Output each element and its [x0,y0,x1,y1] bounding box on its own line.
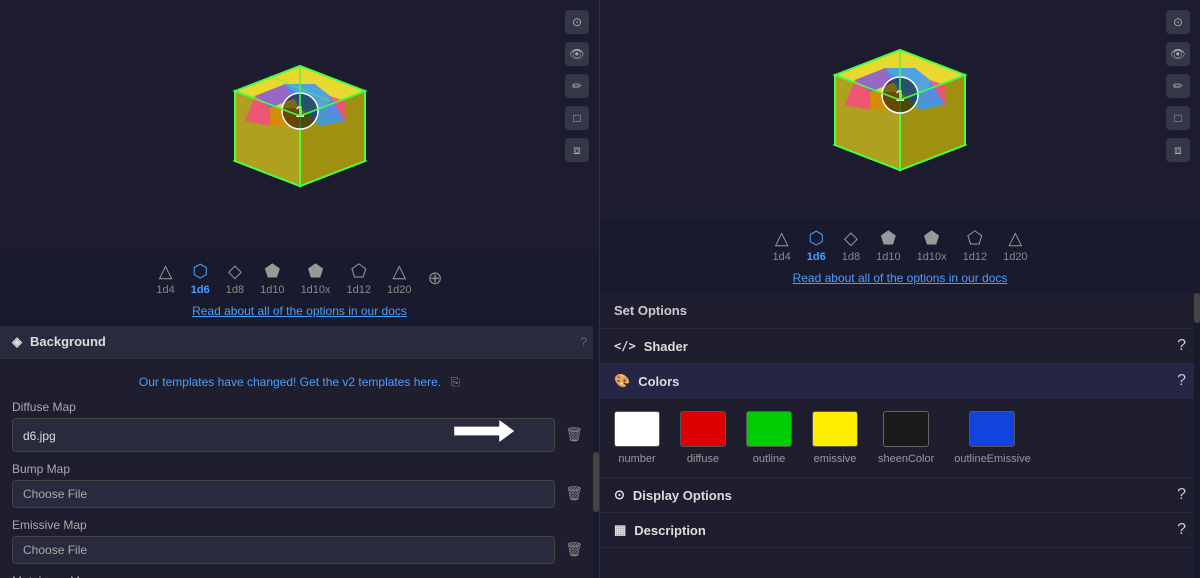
dice-item-d10x-left[interactable]: ⬟ 1d10x [301,261,331,296]
dice-item-d4-right[interactable]: △ 1d4 [772,228,790,263]
color-swatch-outline-box[interactable] [746,411,792,447]
color-swatch-outlineemissive-box[interactable] [969,411,1015,447]
dice-item-d12-right[interactable]: ⬠ 1d12 [963,228,987,263]
scroll-bar-right[interactable] [1194,293,1200,578]
set-options-header: Set Options [600,293,1200,329]
docs-link-right[interactable]: Read about all of the options in our doc… [600,267,1200,293]
tool-icons-left: ⊙ 👁 ✏ □ ⧈ [565,10,589,162]
dice-nav-add-left[interactable]: ⊕ [428,268,443,289]
tool-icon-pen-right[interactable]: ✏ [1166,74,1190,98]
emissive-map-field: Emissive Map Choose File 🗑 [12,518,587,564]
color-swatch-sheencolor[interactable]: sheenColor [878,411,934,465]
template-notice-copy-icon[interactable]: ⎘ [450,375,460,389]
shader-icon: </> [614,339,636,353]
right-panel: 1 ⊙ 👁 ✏ □ ⧈ △ 1d4 ⬡ 1d6 [600,0,1200,578]
color-swatch-diffuse-box[interactable] [680,411,726,447]
template-notice[interactable]: Our templates have changed! Get the v2 t… [12,369,587,400]
color-swatches-row: number diffuse outline emissive [614,411,1186,465]
shader-section-header[interactable]: </> Shader ? [600,329,1200,364]
viewport-left[interactable]: 1 ⊙ 👁 ✏ □ ⧈ [0,0,599,253]
background-help-icon[interactable]: ? [580,335,587,349]
right-settings-panel[interactable]: Set Options </> Shader ? 🎨 Colors ? [600,293,1200,578]
color-swatch-diffuse[interactable]: diffuse [680,411,726,465]
display-options-section-header[interactable]: ⊙ Display Options ? [600,478,1200,513]
color-swatch-outlineemissive[interactable]: outlineEmissive [954,411,1030,465]
diffuse-map-input[interactable]: d6.jpg [12,418,555,452]
dice-item-d8-left[interactable]: ◇ 1d8 [226,261,244,296]
tool-icon-cube-right[interactable]: ⧈ [1166,138,1190,162]
colors-help-icon[interactable]: ? [1177,372,1186,390]
shader-help-icon[interactable]: ? [1177,337,1186,355]
scroll-thumb-right[interactable] [1194,293,1200,323]
display-options-icon: ⊙ [614,487,625,503]
color-swatch-number-box[interactable] [614,411,660,447]
dice-item-d6-left[interactable]: ⬡ 1d6 [191,261,210,296]
color-swatch-number[interactable]: number [614,411,660,465]
tool-icon-settings-right[interactable]: ⊙ [1166,10,1190,34]
dice-item-d20-right[interactable]: △ 1d20 [1003,228,1027,263]
dice-nav-right: △ 1d4 ⬡ 1d6 ◇ 1d8 ⬟ 1d10 ⬟ 1d10x ⬠ 1d12 [600,220,1200,267]
arrow-indicator-icon [454,420,514,442]
description-section-header[interactable]: ▦ Description ? [600,513,1200,548]
background-section-header[interactable]: ◈ Background ? [0,326,599,359]
emissive-map-input[interactable]: Choose File [12,536,555,564]
tool-icons-right: ⊙ 👁 ✏ □ ⧈ [1166,10,1190,162]
tool-icon-frame-right[interactable]: □ [1166,106,1190,130]
tool-icon-eye-right[interactable]: 👁 [1166,42,1190,66]
diffuse-map-field: Diffuse Map d6.jpg 🗑 [12,400,587,452]
display-options-help-icon[interactable]: ? [1177,486,1186,504]
dice-item-d12-left[interactable]: ⬠ 1d12 [347,261,371,296]
bump-map-input[interactable]: Choose File [12,480,555,508]
dice-item-d20-left[interactable]: △ 1d20 [387,261,411,296]
scroll-bar-left[interactable] [593,326,599,578]
scroll-thumb-left[interactable] [593,452,599,512]
docs-link-left[interactable]: Read about all of the options in our doc… [0,300,599,326]
dice-item-d6-right[interactable]: ⬡ 1d6 [807,228,826,263]
dice-item-d10x-right[interactable]: ⬟ 1d10x [917,228,947,263]
left-panel: 1 ⊙ 👁 ✏ □ ⧈ △ 1d4 ⬡ [0,0,600,578]
dice-cube-left: 1 [215,41,385,211]
dice-item-d10-right[interactable]: ⬟ 1d10 [876,228,900,263]
tool-icon-cube[interactable]: ⧈ [565,138,589,162]
background-icon: ◈ [12,334,22,350]
description-icon: ▦ [614,522,626,538]
bump-map-delete-icon[interactable]: 🗑 [561,481,587,506]
emissive-map-delete-icon[interactable]: 🗑 [561,537,587,562]
description-help-icon[interactable]: ? [1177,521,1186,539]
colors-swatches-section: number diffuse outline emissive [600,399,1200,478]
bump-map-field: Bump Map Choose File 🗑 [12,462,587,508]
main-layout: 1 ⊙ 👁 ✏ □ ⧈ △ 1d4 ⬡ [0,0,1200,578]
color-swatch-emissive[interactable]: emissive [812,411,858,465]
tool-icon-eye[interactable]: 👁 [565,42,589,66]
tool-icon-pen[interactable]: ✏ [565,74,589,98]
settings-panel-left[interactable]: ◈ Background ? Our templates have change… [0,326,599,578]
dice-item-d10-left[interactable]: ⬟ 1d10 [260,261,284,296]
metalness-map-field: Metalness Map [12,574,587,578]
dice-cube-right: 1 [815,25,985,195]
color-swatch-sheencolor-box[interactable] [883,411,929,447]
dice-item-d8-right[interactable]: ◇ 1d8 [842,228,860,263]
diffuse-map-delete-icon[interactable]: 🗑 [561,422,587,447]
background-section-content: Our templates have changed! Get the v2 t… [0,359,599,578]
tool-icon-settings[interactable]: ⊙ [565,10,589,34]
dice-item-d4-left[interactable]: △ 1d4 [156,261,174,296]
tool-icon-frame[interactable]: □ [565,106,589,130]
color-swatch-emissive-box[interactable] [812,411,858,447]
dice-nav-left: △ 1d4 ⬡ 1d6 ◇ 1d8 ⬟ 1d10 ⬟ 1d10x ⬠ 1d12 [0,253,599,300]
viewport-right[interactable]: 1 ⊙ 👁 ✏ □ ⧈ [600,0,1200,220]
colors-section-header[interactable]: 🎨 Colors ? [600,364,1200,399]
colors-icon: 🎨 [614,373,630,389]
color-swatch-outline[interactable]: outline [746,411,792,465]
